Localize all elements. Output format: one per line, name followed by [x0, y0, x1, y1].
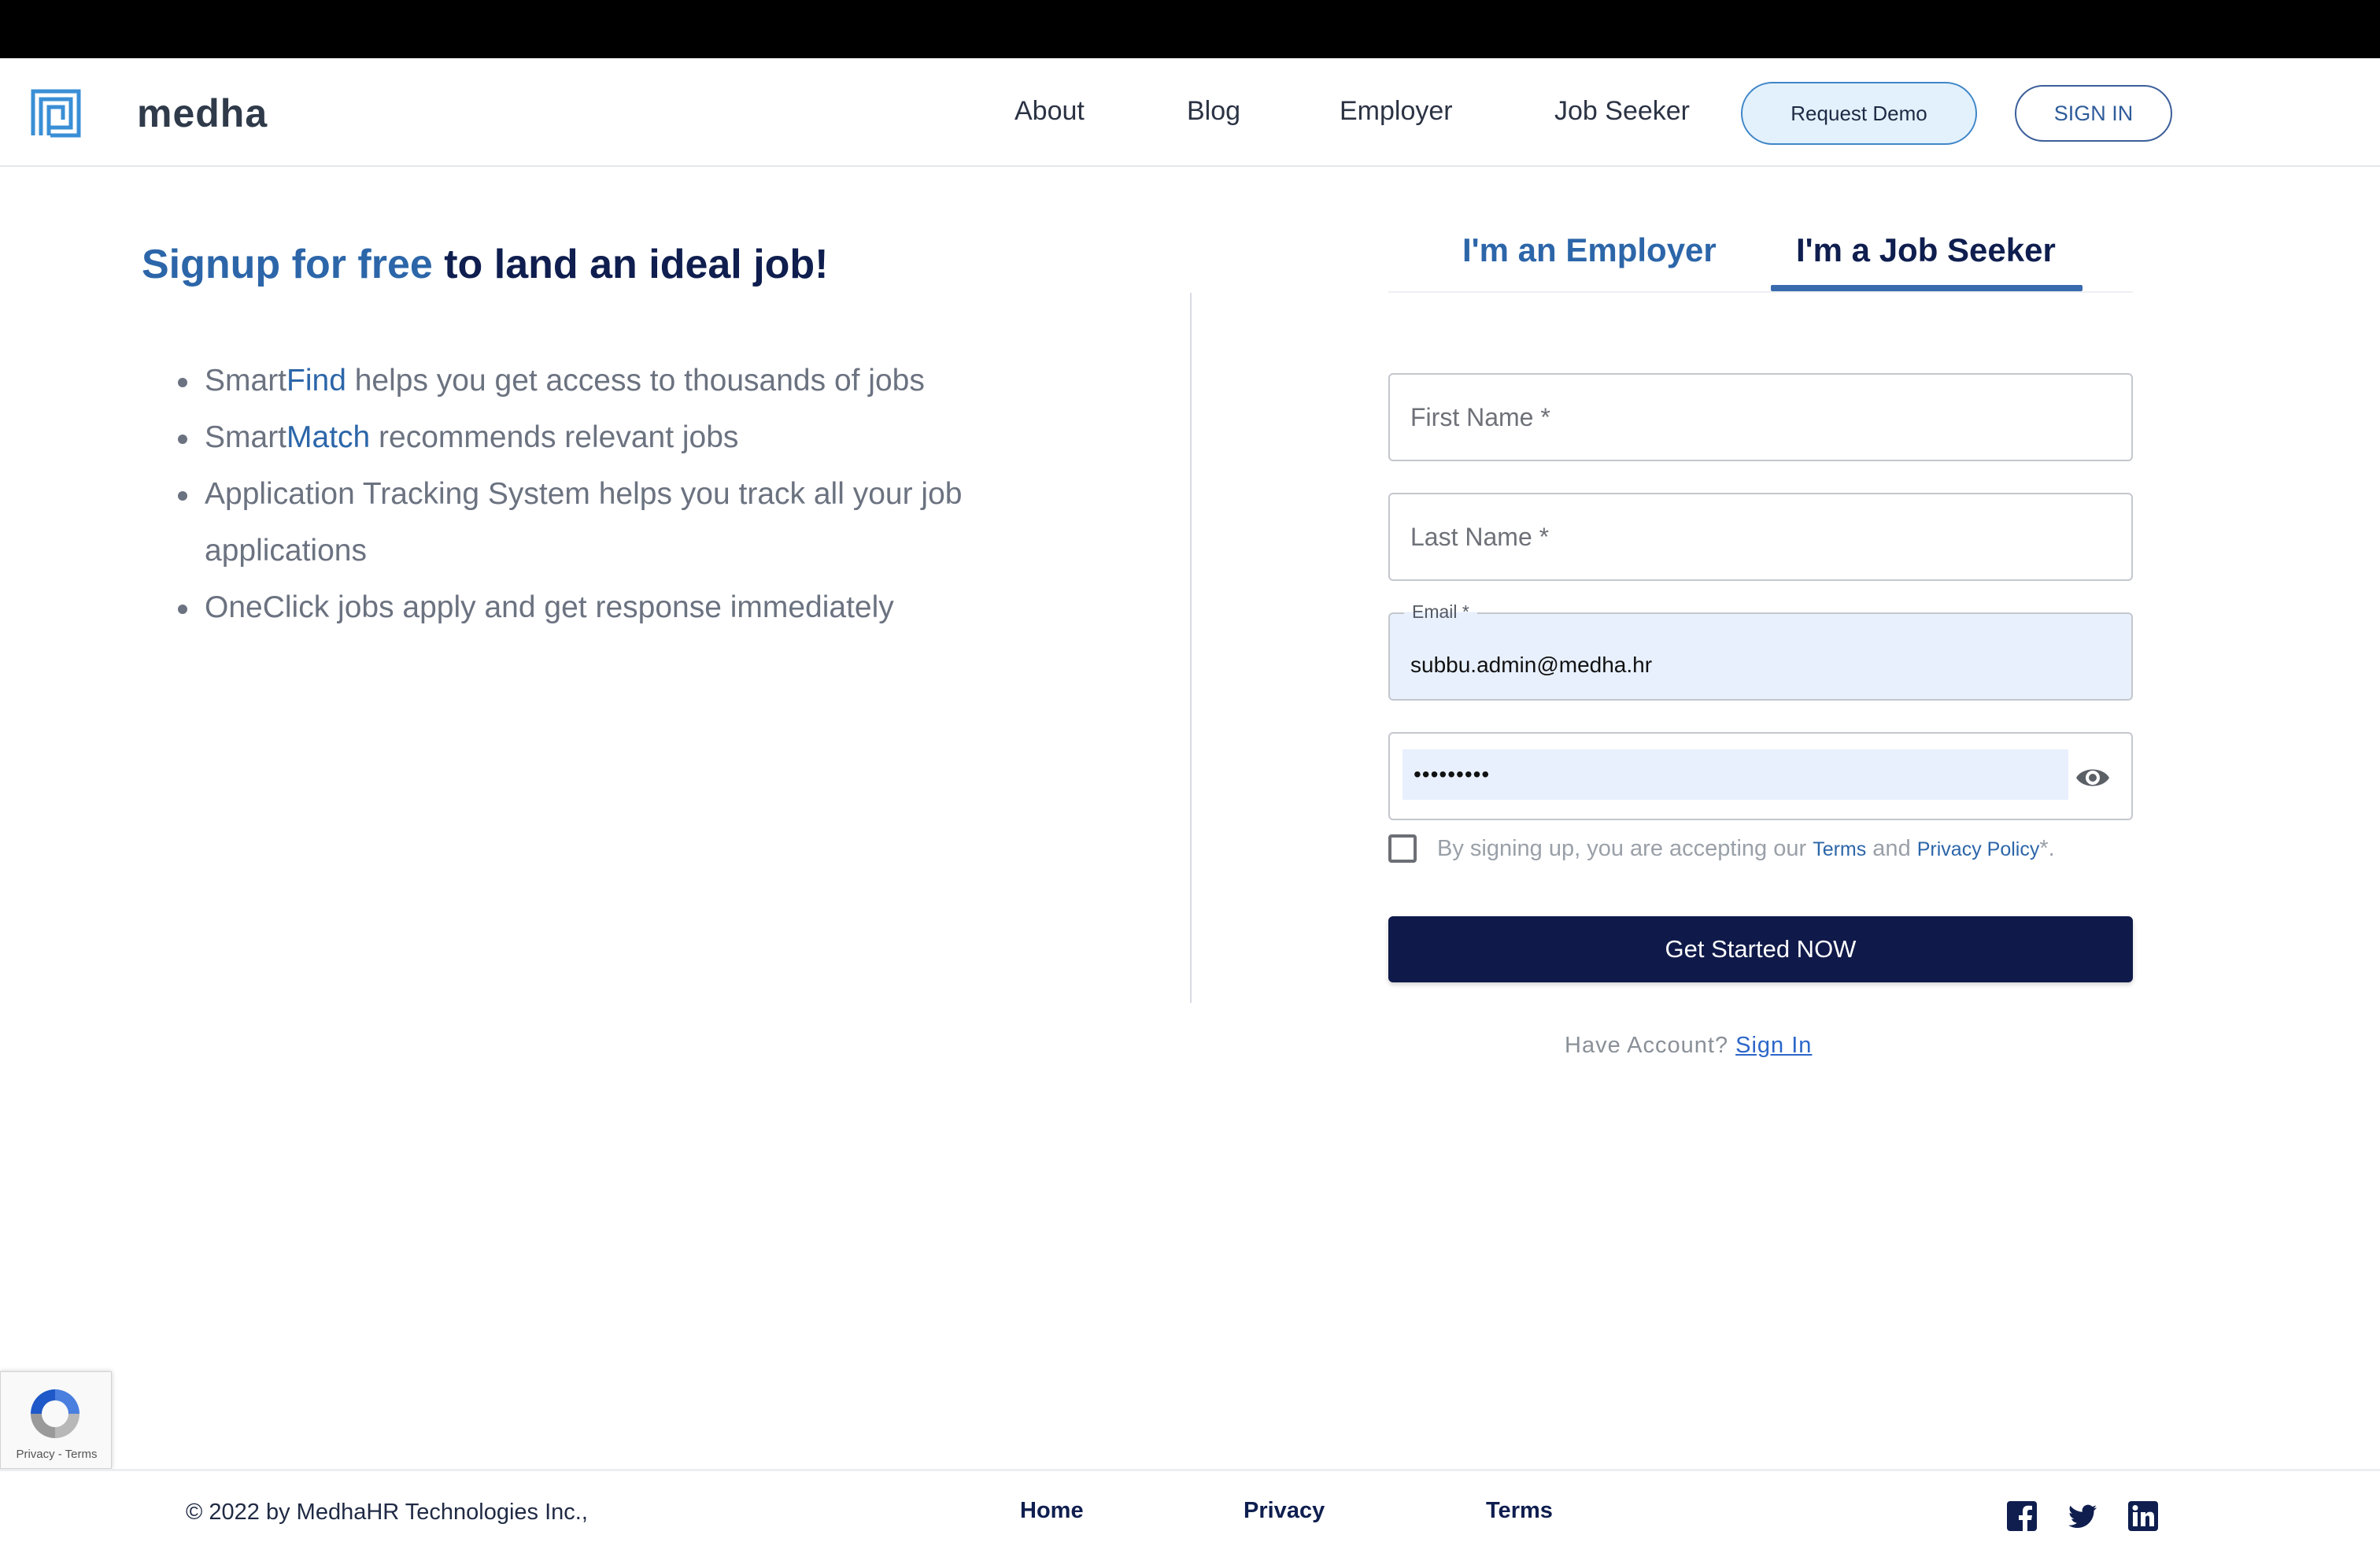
footer-home-link[interactable]: Home — [1020, 1498, 1084, 1524]
feature-text: recommends relevant jobs — [370, 420, 739, 454]
have-account-prompt: Have Account? Sign In — [1565, 1033, 1812, 1059]
sign-in-link[interactable]: Sign In — [1735, 1033, 1812, 1058]
recaptcha-badge[interactable]: Privacy - Terms — [0, 1371, 112, 1469]
headline-rest: to land an ideal job! — [432, 242, 829, 287]
last-name-input[interactable] — [1390, 494, 2131, 579]
recaptcha-links[interactable]: Privacy - Terms — [1, 1448, 113, 1461]
signup-tabs: I'm an Employer I'm a Job Seeker — [1388, 220, 2133, 293]
terms-consent: By signing up, you are accepting our Ter… — [1388, 834, 2055, 863]
first-name-input[interactable] — [1390, 375, 2131, 460]
consent-and: and — [1866, 835, 1917, 861]
request-demo-button[interactable]: Request Demo — [1741, 82, 1977, 145]
site-footer: © 2022 by MedhaHR Technologies Inc., Hom… — [0, 1469, 2380, 1546]
feature-text: OneClick jobs apply and get response imm… — [205, 590, 894, 624]
linkedin-icon[interactable] — [2128, 1501, 2158, 1531]
feature-text: helps you get access to thousands of job… — [346, 364, 925, 398]
email-input[interactable] — [1390, 614, 2131, 699]
nav-blog[interactable]: Blog — [1187, 96, 1240, 127]
feature-accent: Match — [286, 420, 371, 454]
headline-highlight: Signup for free — [142, 242, 433, 287]
feature-accent: Find — [286, 364, 346, 398]
first-name-field — [1388, 373, 2133, 461]
feature-item: OneClick jobs apply and get response imm… — [172, 579, 1116, 636]
terms-link[interactable]: Terms — [1813, 838, 1866, 860]
get-started-button[interactable]: Get Started NOW — [1388, 916, 2133, 982]
browser-top-bar — [0, 0, 2380, 58]
site-header: medha About Blog Employer Job Seeker Req… — [0, 58, 2380, 167]
feature-list: SmartFind helps you get access to thousa… — [172, 353, 1116, 636]
email-field: Email * — [1388, 601, 2133, 701]
feature-text: Application Tracking System helps you tr… — [205, 477, 963, 568]
vertical-divider — [1190, 293, 1192, 1003]
header-sign-in-button[interactable]: SIGN IN — [2015, 85, 2172, 142]
feature-item: Application Tracking System helps you tr… — [172, 466, 1014, 579]
password-field — [1388, 732, 2133, 820]
last-name-field — [1388, 493, 2133, 581]
terms-checkbox[interactable] — [1388, 834, 1417, 863]
password-input[interactable] — [1402, 749, 2068, 800]
recaptcha-icon — [31, 1389, 79, 1438]
footer-terms-link[interactable]: Terms — [1486, 1498, 1553, 1524]
have-account-text: Have Account? — [1565, 1033, 1736, 1058]
copyright: © 2022 by MedhaHR Technologies Inc., — [186, 1500, 588, 1525]
feature-text: Smart — [205, 364, 287, 398]
nav-employer[interactable]: Employer — [1340, 96, 1453, 127]
tab-job-seeker[interactable]: I'm a Job Seeker — [1796, 231, 2056, 269]
consent-text: By signing up, you are accepting our Ter… — [1437, 836, 2055, 862]
active-tab-indicator — [1771, 285, 2082, 291]
page-headline: Signup for free to land an ideal job! — [142, 241, 828, 288]
twitter-icon[interactable] — [2068, 1501, 2098, 1531]
eye-icon[interactable] — [2075, 762, 2111, 793]
facebook-icon[interactable] — [2007, 1501, 2037, 1531]
medha-logo-icon — [31, 89, 81, 138]
brand-logo[interactable]: medha — [30, 88, 268, 139]
feature-text: Smart — [205, 420, 287, 454]
feature-item: SmartFind helps you get access to thousa… — [172, 353, 1116, 409]
consent-suffix: *. — [2039, 835, 2055, 861]
brand-name: medha — [137, 91, 268, 135]
footer-privacy-link[interactable]: Privacy — [1244, 1498, 1325, 1524]
feature-item: SmartMatch recommends relevant jobs — [172, 409, 1116, 466]
privacy-policy-link[interactable]: Privacy Policy — [1917, 838, 2040, 860]
consent-prefix: By signing up, you are accepting our — [1437, 835, 1813, 861]
nav-about[interactable]: About — [1014, 96, 1085, 127]
nav-job-seeker[interactable]: Job Seeker — [1554, 96, 1690, 127]
tab-employer[interactable]: I'm an Employer — [1462, 231, 1717, 269]
